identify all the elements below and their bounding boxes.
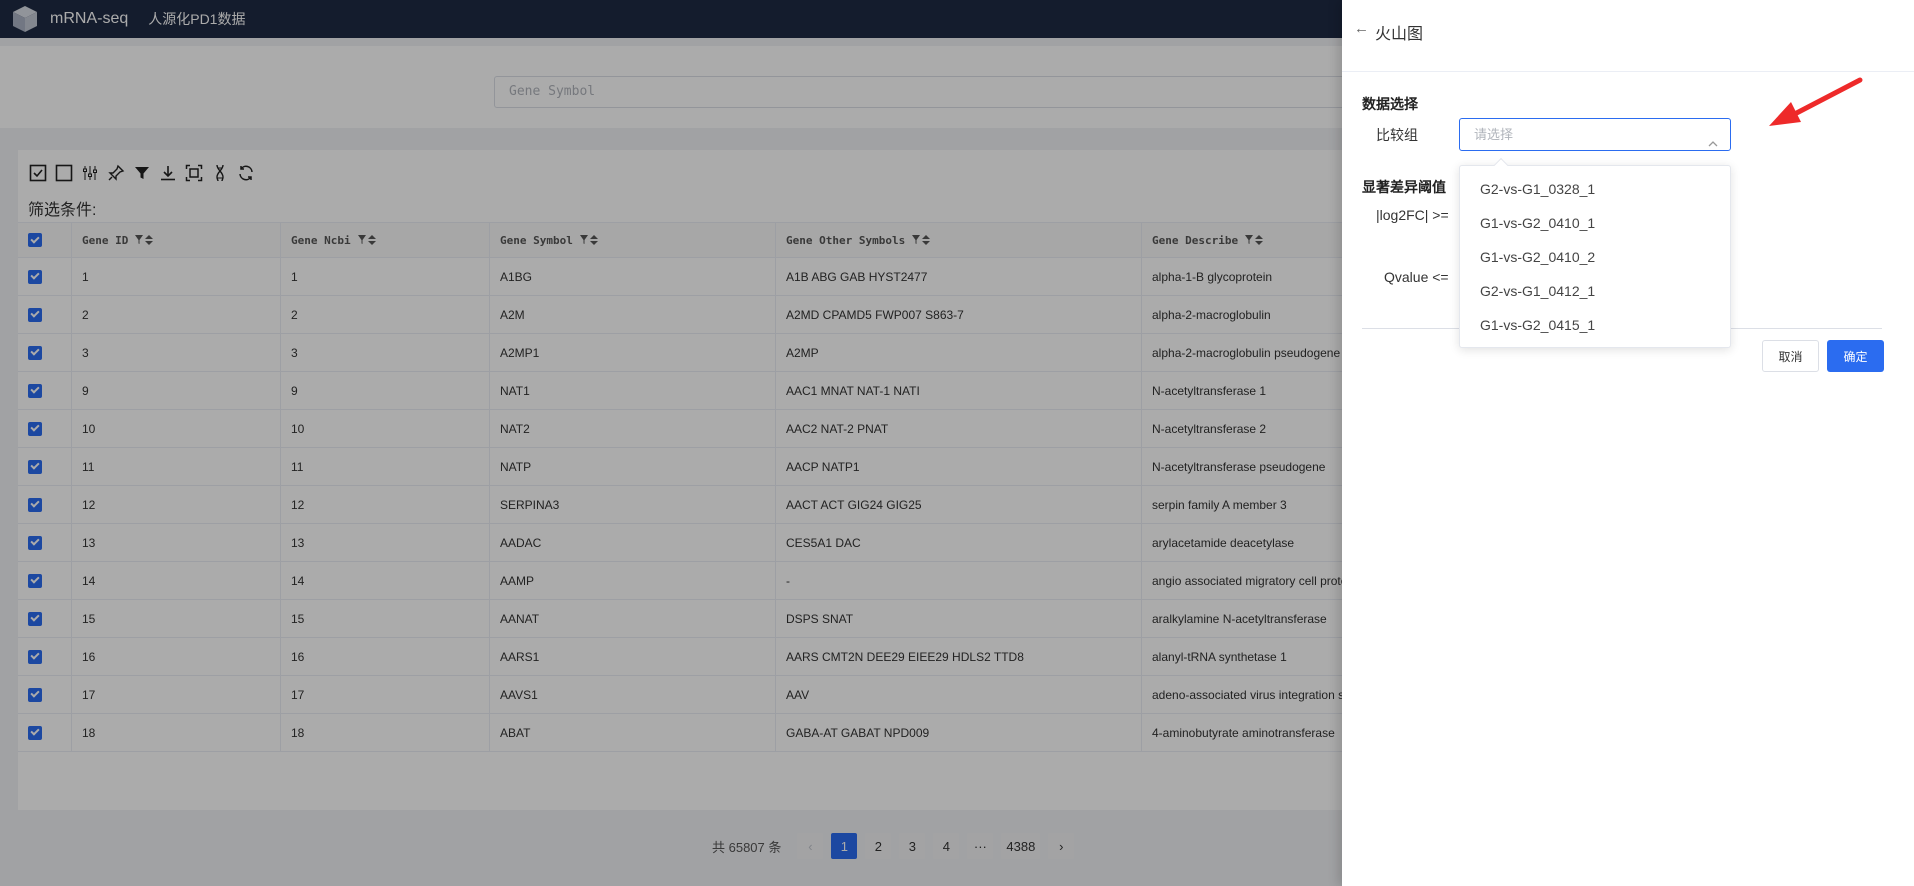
dropdown-option[interactable]: G1-vs-G2_0410_2: [1460, 240, 1730, 274]
back-arrow-icon[interactable]: ←: [1354, 20, 1369, 37]
threshold-title: 显著差异阈值: [1362, 179, 1446, 195]
dropdown-pointer: [1493, 157, 1509, 173]
dropdown-option[interactable]: G1-vs-G2_0415_1: [1460, 308, 1730, 342]
compare-group-label: 比较组: [1376, 127, 1418, 143]
log2fc-label: |log2FC| >=: [1376, 207, 1449, 223]
confirm-button[interactable]: 确定: [1827, 340, 1884, 372]
drawer-title: 火山图: [1375, 26, 1424, 43]
drawer-header: ← 火山图: [1342, 0, 1914, 72]
dropdown-option[interactable]: G2-vs-G1_0412_1: [1460, 274, 1730, 308]
dropdown-option[interactable]: G1-vs-G2_0410_1: [1460, 206, 1730, 240]
compare-group-select[interactable]: 请选择: [1459, 118, 1731, 151]
qvalue-label: Qvalue <=: [1384, 269, 1449, 285]
cancel-button[interactable]: 取消: [1762, 340, 1819, 372]
annotation-arrow-icon: [1769, 77, 1863, 126]
dropdown-option[interactable]: G2-vs-G1_0328_1: [1460, 172, 1730, 206]
data-selection-title: 数据选择: [1362, 96, 1418, 112]
modal-overlay[interactable]: [0, 0, 1342, 886]
compare-group-dropdown: G2-vs-G1_0328_1 G1-vs-G2_0410_1 G1-vs-G2…: [1459, 157, 1731, 348]
chevron-up-icon: [1708, 129, 1718, 160]
